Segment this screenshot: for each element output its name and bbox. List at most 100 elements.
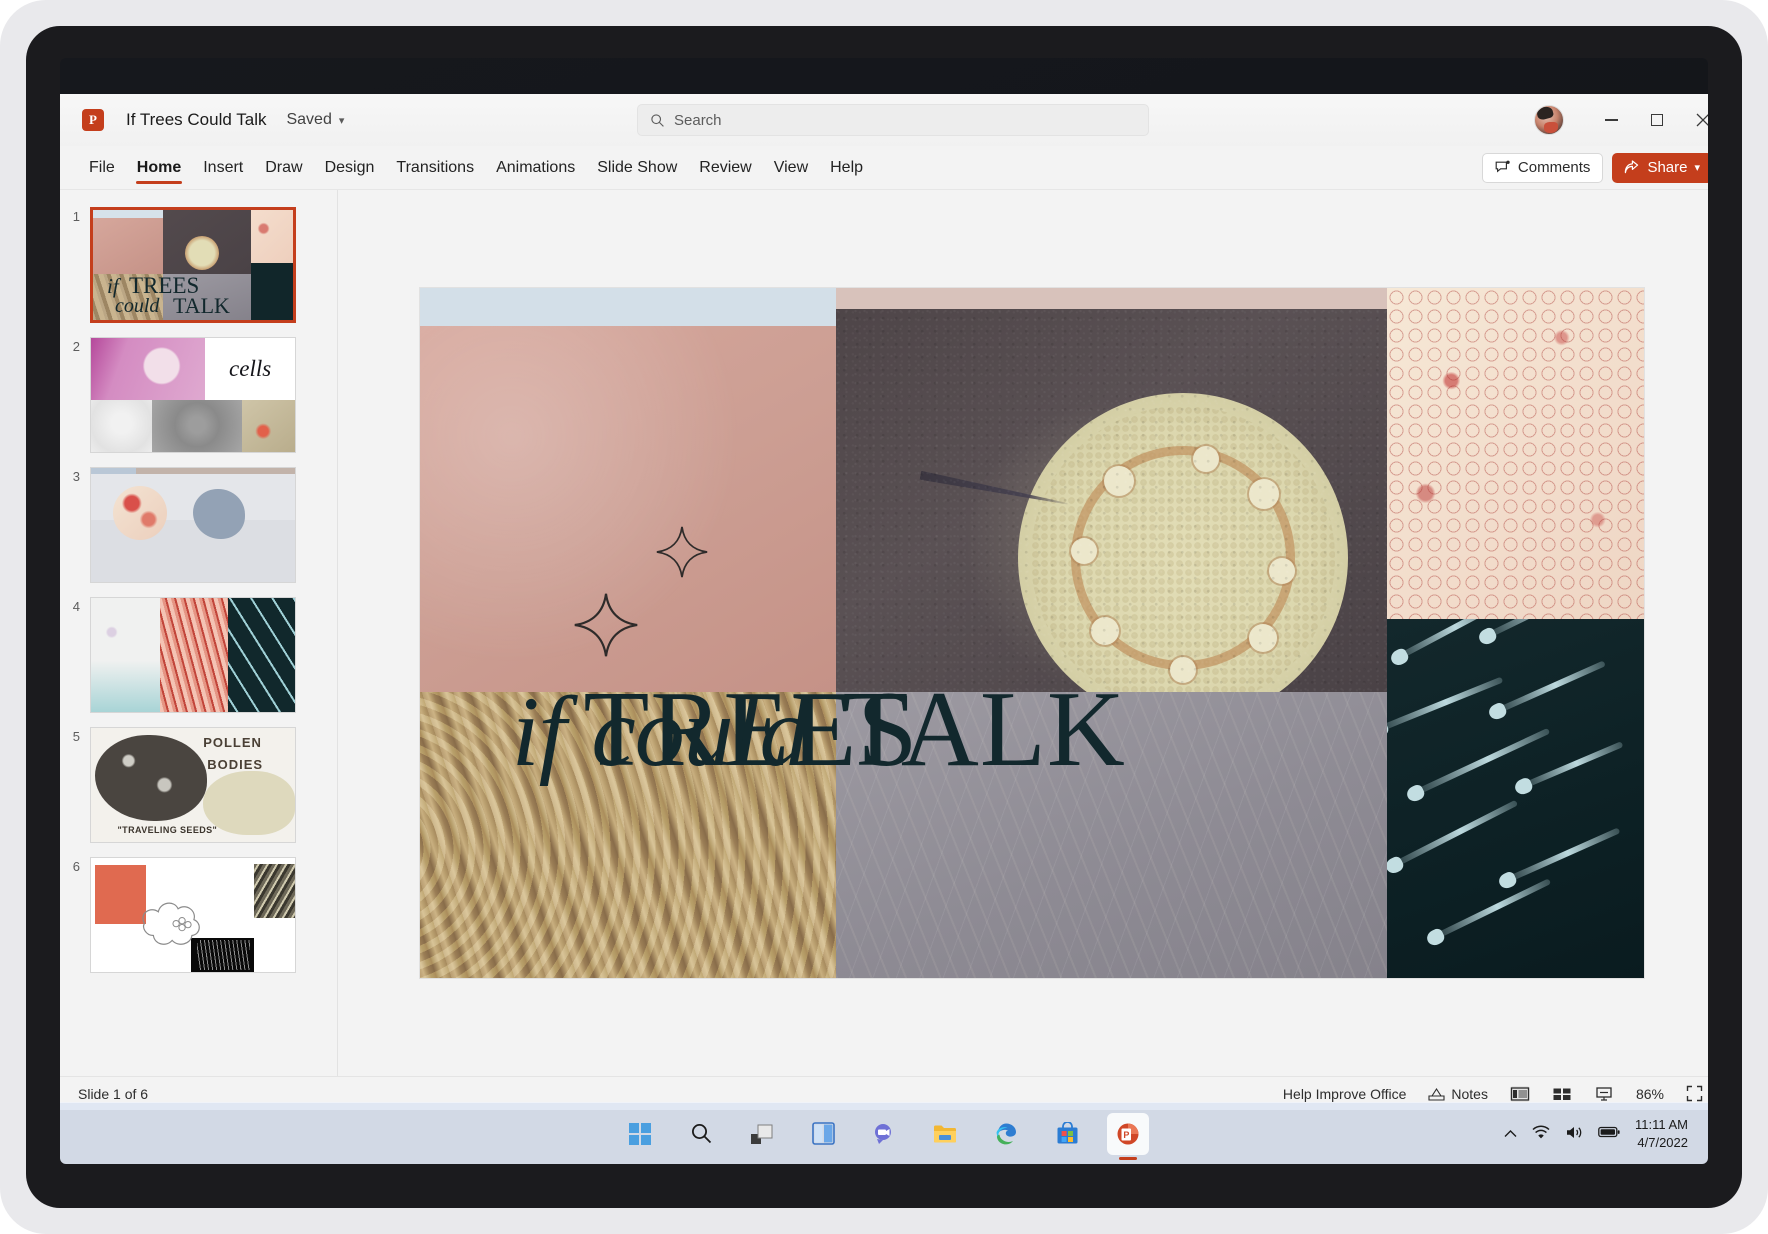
show-hidden-icons-chevron[interactable] — [1504, 1126, 1517, 1141]
slide-thumbnail-row-6[interactable]: 6 — [60, 850, 337, 980]
search-taskbar-icon[interactable] — [680, 1113, 722, 1155]
save-state-button[interactable]: Saved ▾ — [286, 111, 344, 129]
edge-browser-icon[interactable] — [985, 1113, 1027, 1155]
share-chevron-down-icon: ▾ — [1694, 162, 1700, 174]
slide-thumbnail-5[interactable]: POLLEN BODIES "TRAVELING SEEDS" — [90, 727, 296, 843]
save-state-label: Saved — [286, 111, 332, 128]
needle-probe-icon — [919, 471, 1068, 508]
slide-thumbnail-row-4[interactable]: 4 — [60, 590, 337, 720]
slide-thumbnail-6[interactable] — [90, 857, 296, 973]
widgets-glyph-icon — [811, 1122, 835, 1145]
chevron-down-icon: ▾ — [338, 114, 345, 127]
slide-block-tan-strip — [836, 288, 1387, 309]
reading-view-icon — [1596, 1086, 1612, 1101]
tab-view[interactable]: View — [763, 146, 819, 189]
stem-cross-section-image — [1017, 392, 1348, 692]
slide-sorter-icon — [1553, 1088, 1571, 1100]
close-button[interactable] — [1680, 94, 1708, 146]
user-avatar[interactable] — [1534, 105, 1564, 135]
clock-time: 11:11 AM — [1635, 1116, 1688, 1132]
slide-thumbnail-2[interactable]: cells — [90, 337, 296, 453]
windows-logo-icon — [629, 1122, 651, 1145]
zoom-level-label: 86% — [1635, 1085, 1664, 1102]
chevron-up-icon — [1504, 1130, 1517, 1137]
slide-thumbnail-pane[interactable]: 1 if TREES could TALK 2 cells 3 4 5 POLL… — [60, 190, 338, 1076]
slide-thumbnail-3[interactable] — [90, 467, 296, 583]
powerpoint-logo-icon: P — [82, 109, 104, 131]
wifi-icon[interactable] — [1532, 1125, 1550, 1142]
maximize-icon — [1651, 114, 1663, 126]
edge-logo-icon — [996, 1123, 1016, 1144]
device-bezel: P If Trees Could Talk Saved ▾ Search Fil… — [26, 26, 1742, 1208]
ribbon-tabs: File Home Insert Draw Design Transitions… — [78, 146, 874, 189]
slide-5-line2: BODIES — [207, 756, 264, 772]
slide-2-cells-text: cells — [229, 355, 272, 381]
slide-thumbnail-row-1[interactable]: 1 if TREES could TALK — [60, 200, 337, 330]
maximize-button[interactable] — [1634, 94, 1680, 146]
tab-help[interactable]: Help — [819, 146, 874, 189]
comments-label: Comments — [1517, 159, 1591, 176]
slide-thumbnail-row-2[interactable]: 2 cells — [60, 330, 337, 460]
slide-number-4: 4 — [72, 599, 80, 614]
tab-design[interactable]: Design — [314, 146, 386, 189]
editor-body: 1 if TREES could TALK 2 cells 3 4 5 POLL… — [60, 190, 1708, 1076]
widgets-icon[interactable] — [802, 1113, 844, 1155]
task-view-icon[interactable] — [741, 1113, 783, 1155]
slide-number-6: 6 — [72, 859, 80, 874]
slide-block-light-blue-strip — [420, 288, 837, 326]
sparkle-icon-tiny — [653, 523, 712, 582]
search-input[interactable]: Search — [637, 104, 1149, 136]
svg-text:P: P — [1123, 1130, 1129, 1140]
normal-view-icon — [1509, 1085, 1530, 1102]
slide-canvas[interactable]: if TREES could TALK — [420, 288, 1644, 978]
tab-file[interactable]: File — [78, 146, 126, 189]
window-controls — [1534, 94, 1708, 146]
start-button-icon[interactable] — [619, 1113, 661, 1155]
search-icon — [651, 113, 664, 127]
tab-transitions[interactable]: Transitions — [385, 146, 485, 189]
slide-block-wood-grain-panel — [420, 691, 837, 978]
slide-number-2: 2 — [72, 339, 80, 354]
tab-insert[interactable]: Insert — [192, 146, 254, 189]
comments-button[interactable]: Comments — [1481, 152, 1604, 183]
chat-teams-icon[interactable] — [863, 1113, 905, 1155]
speaker-glyph-icon — [1567, 1126, 1582, 1138]
system-tray: 11:11 AM 4/7/2022 — [1504, 1103, 1694, 1164]
windows-taskbar: P 11:11 AM 4/7/2022 — [60, 1102, 1708, 1164]
battery-icon[interactable] — [1598, 1126, 1620, 1141]
device-frame: P If Trees Could Talk Saved ▾ Search Fil… — [0, 0, 1768, 1234]
microsoft-store-icon[interactable] — [1046, 1113, 1088, 1155]
tab-home[interactable]: Home — [126, 146, 192, 189]
help-improve-office-label: Help Improve Office — [1282, 1085, 1407, 1102]
minimize-icon — [1604, 119, 1618, 121]
chat-bubble-icon — [875, 1123, 891, 1144]
comment-icon — [1495, 160, 1510, 173]
clock-area[interactable]: 11:11 AM 4/7/2022 — [1635, 1116, 1694, 1151]
powerpoint-logo-taskbar-icon: P — [1117, 1123, 1139, 1144]
minimize-button[interactable] — [1588, 94, 1634, 146]
share-label: Share — [1647, 159, 1688, 176]
powerpoint-taskbar-icon[interactable]: P — [1107, 1112, 1149, 1155]
slide-thumbnail-row-3[interactable]: 3 — [60, 460, 337, 590]
slide-number-5: 5 — [72, 729, 80, 744]
tab-draw[interactable]: Draw — [254, 146, 313, 189]
slide-canvas-pane[interactable]: if TREES could TALK — [338, 190, 1708, 1076]
tab-review[interactable]: Review — [688, 146, 762, 189]
slide-thumbnail-row-5[interactable]: 5 POLLEN BODIES "TRAVELING SEEDS" — [60, 720, 337, 850]
share-button[interactable]: Share ▾ — [1612, 152, 1708, 183]
slide-thumbnail-4[interactable] — [90, 597, 296, 713]
stem-vascular-ring — [1070, 445, 1296, 671]
slide-block-gray-panel — [836, 691, 1387, 978]
search-placeholder: Search — [674, 111, 722, 129]
stem-cell-texture — [1031, 406, 1335, 692]
tab-animations[interactable]: Animations — [485, 146, 586, 189]
slide-block-dark-charcoal-panel — [836, 308, 1387, 692]
ribbon-actions: Comments Share ▾ — [1481, 146, 1708, 189]
volume-icon[interactable] — [1565, 1125, 1583, 1143]
share-icon — [1625, 160, 1639, 174]
tab-slide-show[interactable]: Slide Show — [586, 146, 688, 189]
search-container: Search — [637, 104, 1149, 136]
file-explorer-icon[interactable] — [924, 1113, 966, 1155]
screen: P If Trees Could Talk Saved ▾ Search Fil… — [60, 58, 1708, 1164]
slide-thumbnail-1[interactable]: if TREES could TALK — [90, 207, 296, 323]
